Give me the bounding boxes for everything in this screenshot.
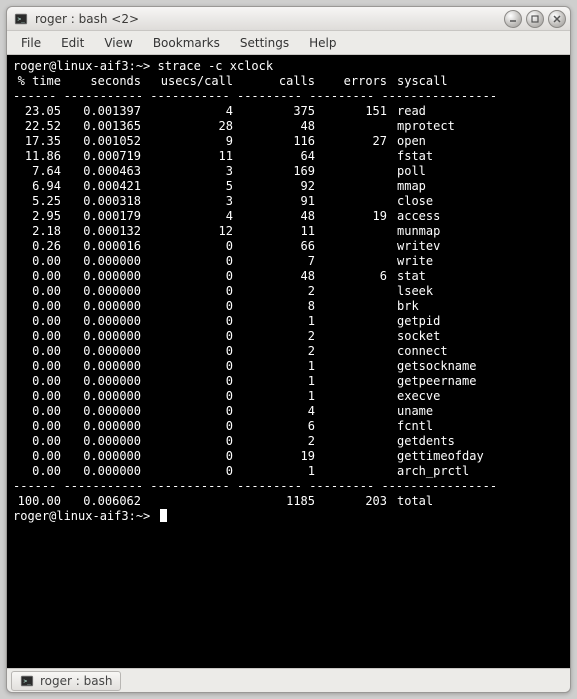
table-row: 0.000.00000001getpid: [13, 314, 564, 329]
session-tab[interactable]: >_ roger : bash: [11, 671, 121, 691]
entered-command: strace -c xclock: [158, 59, 274, 74]
menu-settings[interactable]: Settings: [232, 34, 297, 52]
table-row: 0.000.000000019gettimeofday: [13, 449, 564, 464]
table-row: 0.260.000016066writev: [13, 239, 564, 254]
statusbar: >_ roger : bash: [7, 668, 570, 692]
cursor: [160, 509, 167, 522]
table-row: 11.860.0007191164fstat: [13, 149, 564, 164]
table-divider: ------ ----------- ----------- ---------…: [13, 89, 564, 104]
menu-file[interactable]: File: [13, 34, 49, 52]
svg-text:>_: >_: [24, 677, 32, 684]
table-divider: ------ ----------- ----------- ---------…: [13, 479, 564, 494]
session-tab-label: roger : bash: [40, 674, 112, 688]
menu-help[interactable]: Help: [301, 34, 344, 52]
table-row: 0.000.00000002getdents: [13, 434, 564, 449]
table-header: % timesecondsusecs/callcallserrorssyscal…: [13, 74, 564, 89]
close-button[interactable]: [548, 10, 566, 28]
table-row: 2.180.0001321211munmap: [13, 224, 564, 239]
terminal-app-icon: >_: [13, 11, 29, 27]
table-row: 0.000.00000001getpeername: [13, 374, 564, 389]
table-row: 0.000.00000001arch_prctl: [13, 464, 564, 479]
terminal-content[interactable]: roger@linux-aif3:~> strace -c xclock% ti…: [7, 55, 570, 668]
menu-bookmarks[interactable]: Bookmarks: [145, 34, 228, 52]
table-row: 0.000.00000002lseek: [13, 284, 564, 299]
table-row: 0.000.0000000486stat: [13, 269, 564, 284]
table-row: 23.050.0013974375151read: [13, 104, 564, 119]
table-row: 17.350.001052911627open: [13, 134, 564, 149]
menubar: File Edit View Bookmarks Settings Help: [7, 31, 570, 55]
minimize-button[interactable]: [504, 10, 522, 28]
maximize-button[interactable]: [526, 10, 544, 28]
menu-view[interactable]: View: [96, 34, 140, 52]
table-row: 5.250.000318391close: [13, 194, 564, 209]
svg-text:>_: >_: [18, 15, 26, 22]
table-row: 0.000.00000004uname: [13, 404, 564, 419]
titlebar[interactable]: >_ roger : bash <2>: [7, 7, 570, 31]
table-row: 0.000.00000001getsockname: [13, 359, 564, 374]
table-row: 0.000.00000002connect: [13, 344, 564, 359]
table-row: 6.940.000421592mmap: [13, 179, 564, 194]
table-row: 0.000.00000006fcntl: [13, 419, 564, 434]
window-buttons: [504, 10, 566, 28]
shell-prompt: roger@linux-aif3:~>: [13, 509, 158, 524]
table-row: 7.640.0004633169poll: [13, 164, 564, 179]
terminal-tab-icon: >_: [20, 674, 34, 688]
table-row: 0.000.00000001execve: [13, 389, 564, 404]
table-row: 0.000.00000008brk: [13, 299, 564, 314]
prompt-line: roger@linux-aif3:~> strace -c xclock: [13, 59, 564, 74]
terminal-window: >_ roger : bash <2> File Edit View Bookm…: [6, 6, 571, 693]
table-row: 0.000.00000007write: [13, 254, 564, 269]
shell-prompt: roger@linux-aif3:~>: [13, 59, 158, 74]
table-row: 2.950.00017944819access: [13, 209, 564, 224]
window-title: roger : bash <2>: [35, 12, 139, 26]
table-row: 0.000.00000002socket: [13, 329, 564, 344]
table-row: 22.520.0013652848mprotect: [13, 119, 564, 134]
table-row: 100.000.0060621185203total: [13, 494, 564, 509]
menu-edit[interactable]: Edit: [53, 34, 92, 52]
prompt-line: roger@linux-aif3:~>: [13, 509, 564, 524]
